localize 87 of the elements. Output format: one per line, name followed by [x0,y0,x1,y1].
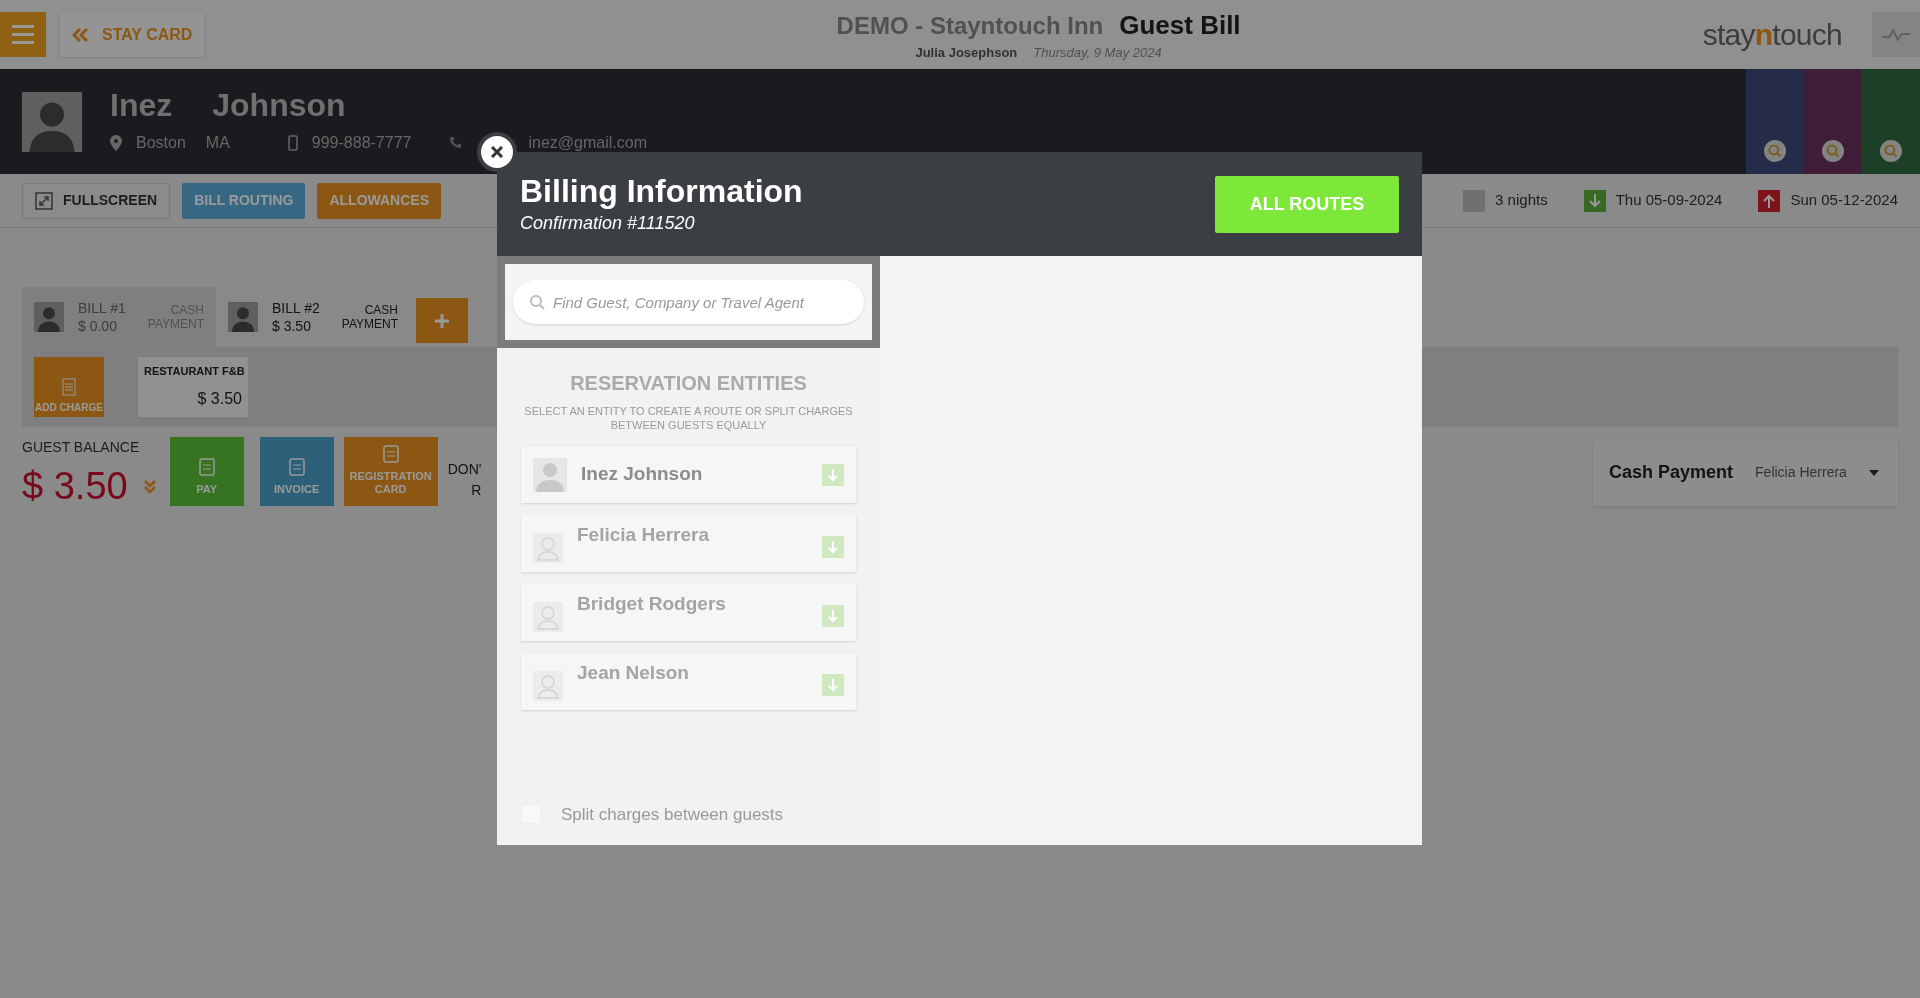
entity-name: Inez Johnson [581,462,703,487]
download-icon [822,463,844,486]
entity-row[interactable]: Bridget Rodgers [521,584,856,641]
charge-label: RESTAURANT F&B [144,364,242,379]
logo: stayntouch [1702,17,1842,53]
entity-row[interactable]: Jean Nelson [521,653,856,710]
pulse-icon [1882,26,1910,43]
action-button[interactable]: PAY [169,437,244,506]
split-label: Split charges between guests [561,803,784,826]
section-hint: SELECT AN ENTITY TO CREATE A ROUTE OR SPLIT CHARGES BETWEEN GUESTS EQUALLY [523,404,854,432]
document-icon [286,457,307,477]
payment-method: Cash Payment [1609,461,1734,484]
search-icon [529,294,545,310]
action-button[interactable]: INVOICE [259,437,334,506]
arrival-date: Thu 05-09-2024 [1615,190,1723,211]
first-name: Inez [110,88,173,121]
search-tile[interactable] [1746,69,1804,174]
charge-amount: $ 3.50 [196,389,242,409]
bill-amount: $ 0.00 [78,317,118,335]
document-icon [380,444,401,464]
person-outline-icon [533,533,563,563]
charge-card[interactable]: RESTAURANT F&B $ 3.50 [138,357,248,417]
expand-icon [35,191,53,210]
all-routes-button[interactable]: ALL ROUTES [1215,175,1399,233]
bill-label: BILL #1 [78,299,126,317]
search-icon [1764,140,1786,162]
city: Boston [136,132,186,153]
balance-label: GUEST BALANCE [22,438,141,457]
back-button[interactable]: STAY CARD [60,12,205,57]
entity-name: Bridget Rodgers [577,592,726,616]
phone-number: 999-888-7777 [311,132,412,153]
menu-button[interactable] [0,12,46,57]
bill-payment-type: CASH PAYMENT [340,303,398,331]
location-icon [110,134,122,151]
entity-name: Felicia Herrera [577,523,710,547]
entity-name: Jean Nelson [577,661,689,685]
toolbar-button[interactable]: FULLSCREEN [22,182,171,219]
search-icon [1822,140,1844,162]
departure-date: Sun 05-12-2024 [1790,190,1898,211]
email: inez@gmail.com [528,132,647,153]
toolbar-button[interactable]: BILL ROUTING [182,182,306,219]
add-bill-button[interactable] [416,298,468,343]
toolbar-button[interactable]: ALLOWANCES [317,182,441,219]
partial-text: R [471,481,482,500]
person-outline-icon [533,602,563,632]
confirmation-number: Confirmation #111520 [520,211,696,235]
state: MA [205,132,230,153]
avatar-icon [22,91,82,152]
double-chevron-left-icon [72,27,88,42]
payment-guest: Felicia Herrera [1755,463,1847,482]
mobile-icon [287,134,298,151]
plus-icon [434,312,450,329]
download-icon [822,535,844,558]
search-tile[interactable] [1804,69,1862,174]
section-heading: RESERVATION ENTITIES [570,371,807,396]
close-icon [491,146,503,158]
download-icon [822,604,844,627]
double-chevron-icon [143,479,156,494]
caret-icon [1868,469,1879,476]
page-title: Guest Bill [1119,9,1241,43]
nights-count: 3 nights [1495,190,1548,211]
hotel-name: DEMO - Stayntouch Inn [836,11,1104,42]
modal-title: Billing Information [520,171,803,210]
departure-icon [1758,189,1781,212]
bill-avatar-icon [228,302,258,332]
action-button[interactable]: REGISTRATION CARD [343,437,438,506]
search-field[interactable]: Find Guest, Company or Travel Agent [513,280,864,324]
add-charge-button[interactable]: ADD CHARGE [34,357,104,417]
person-outline-icon [533,671,563,701]
balance-amount: $ 3.50 [22,464,128,509]
last-name: Johnson [212,88,346,121]
bill-avatar-icon [34,302,64,332]
partial-text: DON' [447,460,482,479]
search-icon [1880,140,1902,162]
payment-card[interactable]: Cash Payment Felicia Herrera [1593,439,1898,506]
arrival-icon [1583,189,1606,212]
bill-amount: $ 3.50 [272,317,312,335]
entity-row[interactable]: Felicia Herrera [521,515,856,572]
phone-icon [449,136,463,149]
download-icon [822,673,844,696]
person-icon [533,457,567,492]
entity-row[interactable]: Inez Johnson [521,446,856,503]
document-icon [196,457,217,477]
search-tile[interactable] [1862,69,1920,174]
current-date: Thursday, 9 May 2024 [1033,44,1162,63]
user-name: Julia Josephson [915,44,1018,63]
bill-label: BILL #2 [272,299,320,317]
